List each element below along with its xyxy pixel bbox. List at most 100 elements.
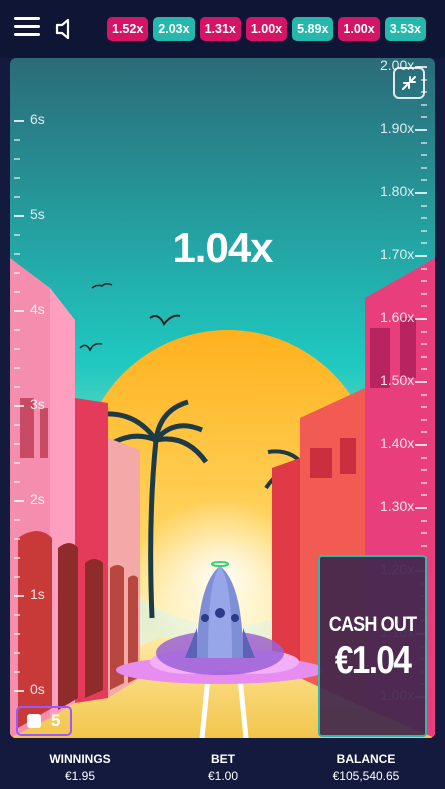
collapse-icon[interactable] <box>393 67 425 99</box>
time-tick-mark <box>14 500 24 502</box>
time-minor-tick <box>14 272 20 274</box>
time-minor-tick <box>14 443 20 445</box>
time-minor-tick <box>14 329 20 331</box>
multiplier-minor-tick <box>421 456 427 459</box>
multiplier-minor-tick <box>421 519 427 522</box>
time-minor-tick <box>14 519 20 521</box>
multiplier-tick-label: 1.30x <box>380 498 415 514</box>
multiplier-history: 1.52x 2.03x 1.31x 1.00x 5.89x 1.00x 3.53x <box>107 17 426 41</box>
time-tick-label: 4s <box>30 301 45 317</box>
multiplier-tick-label: 1.40x <box>380 435 415 451</box>
time-tick-label: 2s <box>30 491 45 507</box>
multiplier-minor-tick <box>421 469 427 472</box>
history-chip: 2.03x <box>153 17 195 41</box>
time-minor-tick <box>14 424 20 426</box>
multiplier-minor-tick <box>421 481 427 484</box>
time-tick-mark <box>14 215 24 217</box>
multiplier-minor-tick <box>421 406 427 409</box>
time-minor-tick <box>14 158 20 160</box>
bet: BET €1.00 <box>183 752 263 783</box>
time-minor-tick <box>14 386 20 388</box>
time-minor-tick <box>14 671 20 673</box>
multiplier-minor-tick <box>421 343 427 346</box>
time-minor-tick <box>14 557 20 559</box>
bet-value: €1.00 <box>207 769 239 783</box>
history-chip: 5.89x <box>292 17 334 41</box>
time-tick-label: 1s <box>30 586 45 602</box>
multiplier-minor-tick <box>421 179 427 182</box>
time-minor-tick <box>14 462 20 464</box>
bet-label: BET <box>211 752 235 766</box>
time-tick-mark <box>14 310 24 312</box>
top-bar: 1.52x 2.03x 1.31x 1.00x 5.89x 1.00x 3.53x <box>0 0 445 58</box>
multiplier-minor-tick <box>421 292 427 295</box>
multiplier-minor-tick <box>421 141 427 144</box>
time-tick-label: 6s <box>30 111 45 127</box>
history-chip: 1.00x <box>338 17 380 41</box>
time-minor-tick <box>14 481 20 483</box>
multiplier-tick-mark <box>415 318 427 320</box>
time-minor-tick <box>14 614 20 616</box>
multiplier-minor-tick <box>421 355 427 358</box>
multiplier-tick-label: 1.50x <box>380 372 415 388</box>
auto-play-toggle[interactable]: 5 <box>16 706 72 736</box>
multiplier-tick-mark <box>415 507 427 509</box>
time-tick-mark <box>14 595 24 597</box>
time-tick-mark <box>14 120 24 122</box>
multiplier-minor-tick <box>421 431 427 434</box>
checkbox-icon <box>27 714 41 728</box>
multiplier-minor-tick <box>421 217 427 220</box>
multiplier-minor-tick <box>421 116 427 119</box>
cash-out-amount: €1.04 <box>334 639 412 682</box>
multiplier-tick-mark <box>415 129 427 131</box>
time-minor-tick <box>14 291 20 293</box>
multiplier-minor-tick <box>421 494 427 497</box>
multiplier-minor-tick <box>421 368 427 371</box>
current-multiplier: 1.04x <box>172 224 273 271</box>
multiplier-minor-tick <box>421 544 427 547</box>
cash-out-label: CASH OUT <box>328 613 417 636</box>
time-minor-tick <box>14 177 20 179</box>
history-chip: 3.53x <box>384 17 426 41</box>
time-minor-tick <box>14 538 20 540</box>
multiplier-minor-tick <box>421 305 427 308</box>
multiplier-minor-tick <box>421 393 427 396</box>
winnings: WINNINGS €1.95 <box>40 752 120 783</box>
multiplier-minor-tick <box>421 532 427 535</box>
time-minor-tick <box>14 633 20 635</box>
rocket-icon <box>185 561 255 658</box>
time-minor-tick <box>14 576 20 578</box>
hamburger-menu-icon[interactable] <box>14 17 40 39</box>
time-tick-label: 0s <box>30 681 45 697</box>
multiplier-minor-tick <box>421 166 427 169</box>
time-tick-label: 5s <box>30 206 45 222</box>
sound-icon[interactable] <box>54 17 76 41</box>
multiplier-tick-label: 1.60x <box>380 309 415 325</box>
balance: BALANCE €105,540.65 <box>316 752 416 783</box>
winnings-value: €1.95 <box>64 769 96 783</box>
time-tick-mark <box>14 690 24 692</box>
footer: WINNINGS €1.95 BET €1.00 BALANCE €105,54… <box>0 745 445 789</box>
history-chip: 1.31x <box>199 17 241 41</box>
multiplier-minor-tick <box>421 103 427 106</box>
multiplier-tick-label: 1.80x <box>380 183 415 199</box>
cash-out-button[interactable]: CASH OUT €1.04 <box>318 555 427 737</box>
multiplier-tick-mark <box>415 444 427 446</box>
time-minor-tick <box>14 652 20 654</box>
time-axis: 6s 5s 4s 3s 2s 1s 0s <box>10 58 50 738</box>
time-minor-tick <box>14 367 20 369</box>
time-minor-tick <box>14 348 20 350</box>
multiplier-tick-mark <box>415 192 427 194</box>
multiplier-minor-tick <box>421 330 427 333</box>
multiplier-minor-tick <box>421 204 427 207</box>
balance-value: €105,540.65 <box>332 769 400 783</box>
time-tick-label: 3s <box>30 396 45 412</box>
time-minor-tick <box>14 196 20 198</box>
balance-label: BALANCE <box>336 752 396 766</box>
auto-play-count: 5 <box>51 711 61 730</box>
multiplier-minor-tick <box>421 154 427 157</box>
multiplier-minor-tick <box>421 280 427 283</box>
history-chip: 1.52x <box>107 17 149 41</box>
multiplier-tick-label: 1.90x <box>380 120 415 136</box>
winnings-label: WINNINGS <box>49 752 111 766</box>
